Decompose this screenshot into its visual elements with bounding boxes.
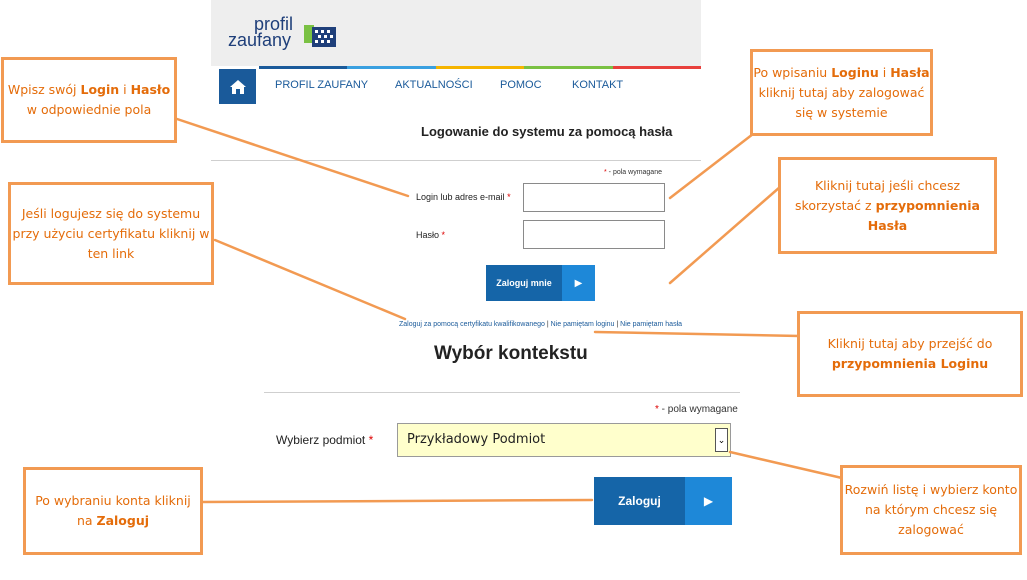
callout-text: Rozwiń listę i wybierz konto na którym c… xyxy=(844,482,1018,537)
callout-bold: Hasła xyxy=(890,64,930,80)
callout-certificate: Jeśli logujesz się do systemu przy użyci… xyxy=(8,182,214,285)
callout-bold: Hasło xyxy=(130,82,171,97)
callout-text: Po wybraniu konta kliknij na Zaloguj xyxy=(26,491,200,531)
callout-zaloguj: Po wybraniu konta kliknij na Zaloguj xyxy=(23,467,203,555)
callout-text: Jeśli logujesz się do systemu przy użyci… xyxy=(12,205,210,261)
callout-bold: przypomnienia Hasła xyxy=(867,197,980,233)
callout-text-part: Po wpisaniu xyxy=(753,64,832,80)
callout-text: Wpisz swój Login i Hasło w odpowiednie p… xyxy=(4,80,174,120)
callout-bold: Login xyxy=(80,82,120,97)
callout-forgot-password: Kliknij tutaj jeśli chcesz skorzystać z … xyxy=(778,157,997,254)
callout-forgot-login: Kliknij tutaj aby przejść do przypomnien… xyxy=(797,311,1023,397)
callout-bold: Loginu xyxy=(831,64,879,80)
callout-login-button: Po wpisaniu Loginu i Hasła kliknij tutaj… xyxy=(750,49,933,136)
callout-text: Kliknij tutaj aby przejść do przypomnien… xyxy=(800,334,1020,374)
callout-bold: Zaloguj xyxy=(96,513,150,528)
callout-text-part: i xyxy=(878,64,891,80)
callout-select-account: Rozwiń listę i wybierz konto na którym c… xyxy=(840,465,1022,555)
callout-text-part: Kliknij tutaj aby przejść do xyxy=(827,336,993,351)
callout-text-part: Wpisz swój xyxy=(7,82,81,97)
callout-bold: przypomnienia Loginu xyxy=(831,356,989,371)
callout-text: Kliknij tutaj jeśli chcesz skorzystać z … xyxy=(781,176,994,236)
callout-enter-credentials: Wpisz swój Login i Hasło w odpowiednie p… xyxy=(1,57,177,143)
callout-text-part: w odpowiednie pola xyxy=(26,102,152,117)
callout-text-part: i xyxy=(119,82,131,97)
callout-text: Po wpisaniu Loginu i Hasła kliknij tutaj… xyxy=(753,63,930,123)
callout-text-part: kliknij tutaj aby zalogować się w system… xyxy=(758,84,925,120)
